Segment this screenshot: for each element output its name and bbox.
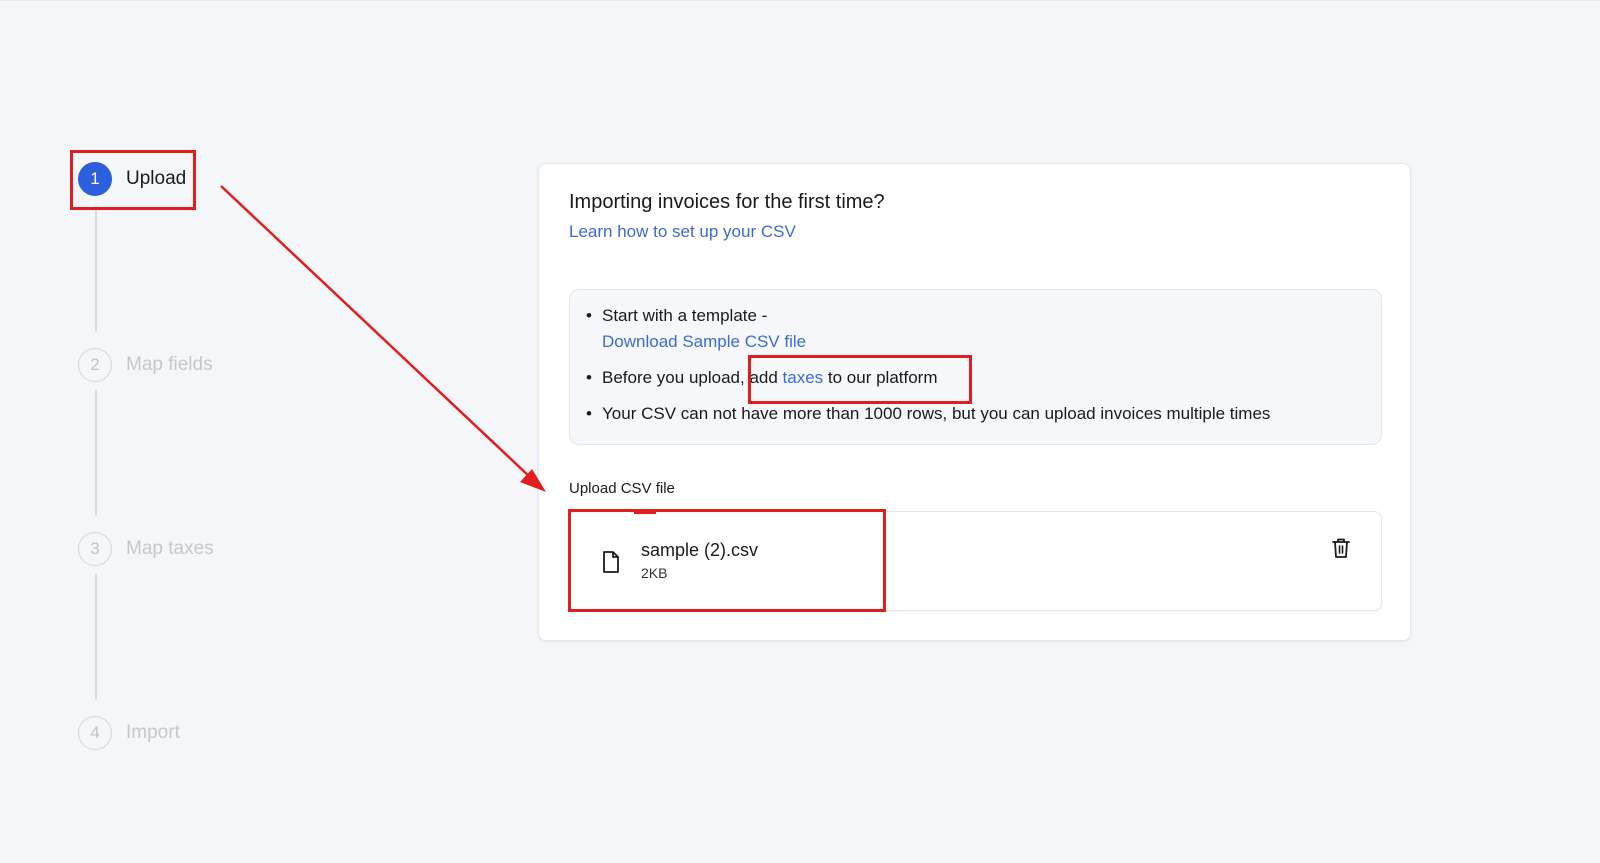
info-item-template-link: Download Sample CSV file bbox=[586, 332, 806, 352]
info-text: Your CSV can not have more than 1000 row… bbox=[602, 404, 1271, 423]
stepper-connector bbox=[95, 574, 97, 700]
step-map-fields[interactable]: 2 Map fields bbox=[78, 347, 213, 383]
file-size: 2KB bbox=[641, 565, 668, 581]
info-text: add bbox=[744, 368, 783, 387]
step-label: Map fields bbox=[126, 354, 213, 375]
import-card: Importing invoices for the first time? L… bbox=[538, 163, 1411, 641]
bullet: • bbox=[586, 368, 592, 387]
import-stepper: 1 Upload 2 Map fields 3 Map taxes 4 Impo… bbox=[78, 162, 298, 762]
step-number-badge: 2 bbox=[78, 348, 112, 382]
info-box: • Start with a template - Download Sample… bbox=[569, 289, 1382, 445]
step-map-taxes[interactable]: 3 Map taxes bbox=[78, 531, 214, 567]
card-title: Importing invoices for the first time? bbox=[569, 191, 885, 213]
learn-csv-setup-link[interactable]: Learn how to set up your CSV bbox=[569, 222, 796, 242]
uploaded-file: sample (2).csv 2KB bbox=[569, 511, 1382, 611]
step-label: Map taxes bbox=[126, 538, 214, 559]
info-text: Start with a template - bbox=[602, 306, 768, 325]
info-text: to our platform bbox=[823, 368, 938, 387]
trash-icon[interactable] bbox=[1331, 537, 1351, 559]
upload-csv-label: Upload CSV file bbox=[569, 480, 675, 497]
download-sample-csv-link[interactable]: Download Sample CSV file bbox=[602, 332, 806, 351]
stepper-connector bbox=[95, 390, 97, 516]
step-upload[interactable]: 1 Upload bbox=[78, 161, 186, 197]
top-divider bbox=[0, 0, 1600, 1]
step-label: Import bbox=[126, 722, 180, 743]
step-number-badge: 3 bbox=[78, 532, 112, 566]
stepper-connector bbox=[95, 206, 97, 332]
step-import[interactable]: 4 Import bbox=[78, 715, 180, 751]
taxes-link[interactable]: taxes bbox=[783, 368, 824, 387]
bullet: • bbox=[586, 404, 592, 423]
step-number-badge: 1 bbox=[78, 162, 112, 196]
file-icon bbox=[603, 551, 619, 573]
file-name: sample (2).csv bbox=[641, 540, 759, 560]
bullet: • bbox=[586, 306, 592, 325]
info-text: Before you upload, bbox=[602, 368, 745, 387]
info-item-taxes: • Before you upload, add taxes to our pla… bbox=[586, 368, 938, 388]
info-item-template: • Start with a template - bbox=[586, 306, 767, 326]
step-label: Upload bbox=[126, 168, 187, 189]
step-number-badge: 4 bbox=[78, 716, 112, 750]
annotation-tick bbox=[634, 510, 656, 514]
info-item-row-limit: • Your CSV can not have more than 1000 ro… bbox=[586, 404, 1270, 424]
